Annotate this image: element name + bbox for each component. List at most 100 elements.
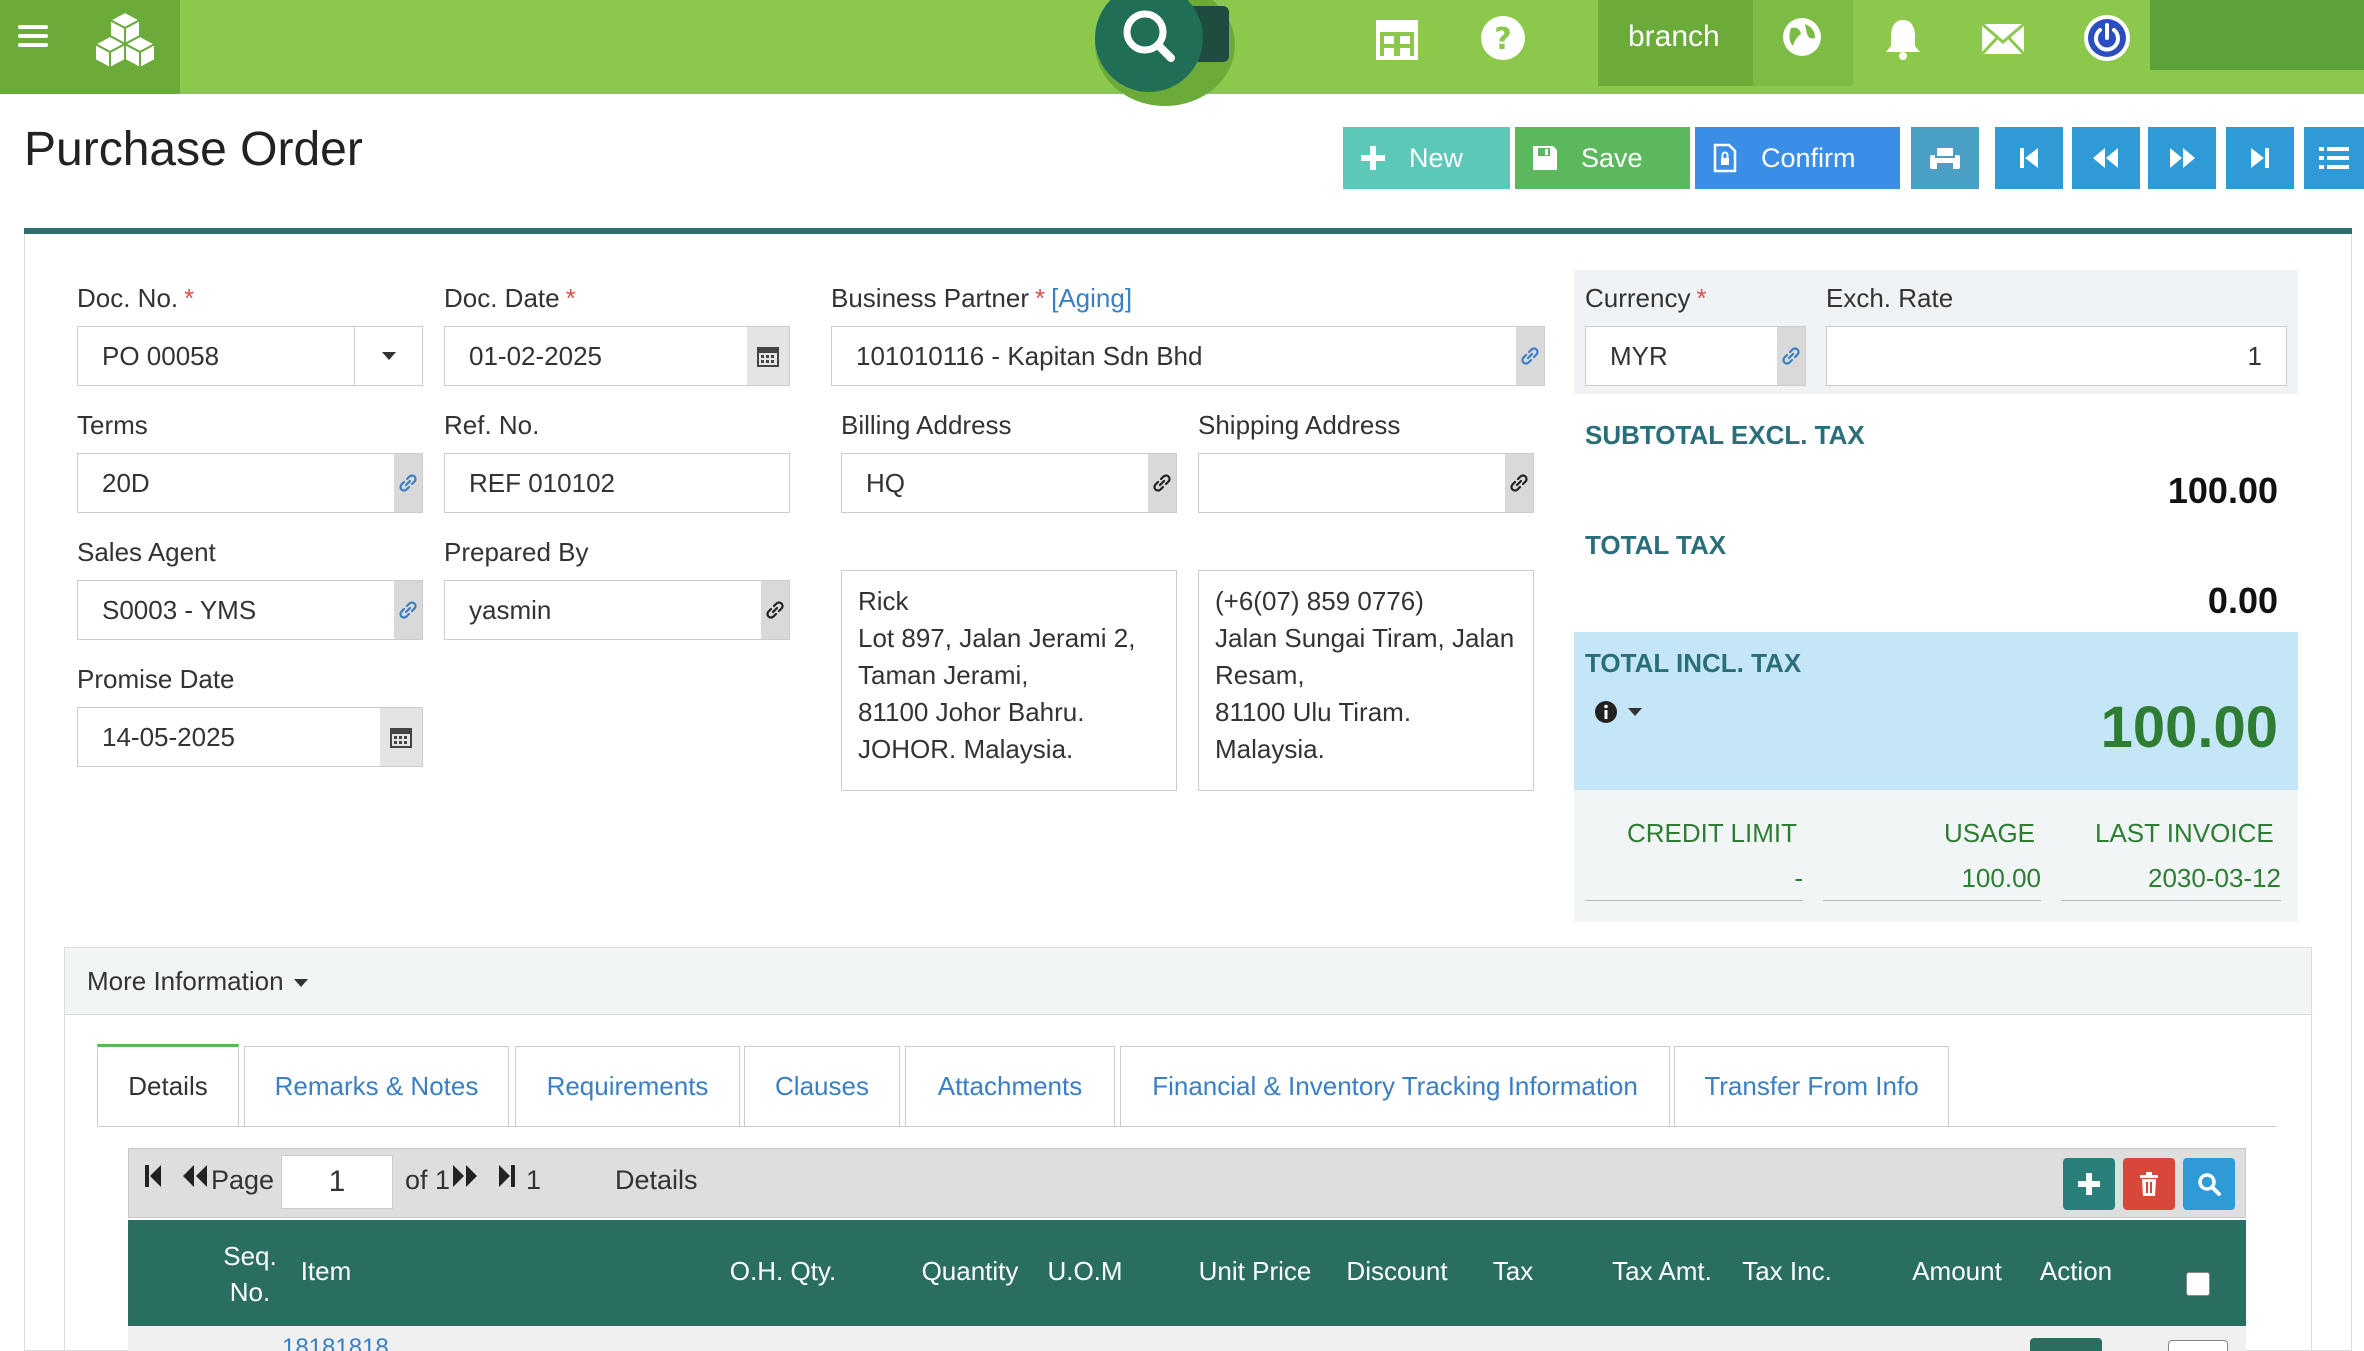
page-number-input[interactable]: 1 — [281, 1155, 393, 1209]
promise-date-field[interactable]: 14-05-2025 — [77, 707, 423, 767]
terms-link-button[interactable] — [394, 454, 422, 512]
global-search-button[interactable] — [1095, 0, 1235, 106]
new-button[interactable]: New — [1343, 127, 1510, 189]
row-item-link[interactable]: 18181818 — [282, 1334, 389, 1351]
grid-section-title: Details — [615, 1165, 698, 1195]
select-all-checkbox[interactable] — [2186, 1272, 2210, 1296]
help-icon[interactable]: ? — [1478, 14, 1528, 64]
shipping-address-field[interactable] — [1198, 453, 1534, 513]
shipping-address-label: Shipping Address — [1198, 410, 1401, 440]
store-icon[interactable] — [1372, 14, 1422, 64]
doc-date-field[interactable]: 01-02-2025 — [444, 326, 790, 386]
language-button[interactable] — [1753, 0, 1853, 86]
sales-agent-field[interactable]: S0003 - YMS — [77, 580, 423, 640]
boxes-logo-icon[interactable] — [90, 10, 160, 70]
list-view-button[interactable] — [2304, 127, 2364, 189]
tab-clauses[interactable]: Clauses — [744, 1046, 900, 1126]
tab-requirements[interactable]: Requirements — [515, 1046, 740, 1126]
column-header-unit-price[interactable]: Unit Price — [1185, 1256, 1325, 1287]
doc-no-dropdown-toggle[interactable] — [354, 327, 422, 385]
previous-page-icon[interactable] — [181, 1163, 209, 1189]
shipping-address-link-button[interactable] — [1505, 454, 1533, 512]
billing-address-link-button[interactable] — [1148, 454, 1176, 512]
last-page-icon[interactable] — [497, 1163, 517, 1189]
row-action-button[interactable] — [2030, 1338, 2102, 1351]
previous-record-button[interactable] — [2072, 127, 2140, 189]
confirm-button[interactable]: Confirm — [1695, 127, 1900, 189]
confirm-button-label: Confirm — [1761, 142, 1856, 173]
ref-no-field[interactable]: REF 010102 — [444, 453, 790, 513]
search-row-button[interactable] — [2183, 1158, 2235, 1210]
info-icon — [1595, 701, 1617, 723]
first-record-button[interactable] — [1995, 127, 2063, 189]
billing-address-line: Rick — [858, 586, 909, 616]
tab-details[interactable]: Details — [97, 1044, 239, 1126]
menu-icon[interactable] — [18, 20, 48, 50]
doc-date-calendar-button[interactable] — [747, 327, 789, 385]
grid-pager: Page 1 of 1 1 Details — [128, 1148, 2246, 1218]
svg-text:?: ? — [1494, 22, 1511, 57]
power-icon[interactable] — [2082, 14, 2132, 64]
column-header-uom[interactable]: U.O.M — [1035, 1256, 1135, 1287]
currency-link-button[interactable] — [1777, 327, 1805, 385]
mail-icon[interactable] — [1978, 14, 2028, 64]
first-page-icon[interactable] — [143, 1163, 163, 1189]
previous-record-icon — [2093, 148, 2118, 168]
more-information-label: More Information — [87, 966, 284, 996]
aging-link[interactable]: [Aging] — [1051, 283, 1132, 313]
next-page-icon[interactable] — [451, 1163, 479, 1189]
search-icon — [1123, 10, 1175, 62]
currency-field[interactable]: MYR — [1585, 326, 1806, 386]
column-header-quantity[interactable]: Quantity — [900, 1256, 1040, 1287]
tax-info-toggle[interactable] — [1594, 700, 1642, 724]
business-partner-link-button[interactable] — [1516, 327, 1544, 385]
table-row[interactable]: 18181818 — [128, 1326, 2246, 1351]
branch-selector[interactable]: branch — [1598, 0, 1853, 86]
list-icon — [2319, 147, 2349, 169]
billing-address-field[interactable]: HQ — [841, 453, 1177, 513]
doc-date-value: 01-02-2025 — [469, 340, 602, 371]
save-button[interactable]: Save — [1515, 127, 1690, 189]
column-header-oh-qty[interactable]: O.H. Qty. — [708, 1256, 858, 1287]
chevron-down-icon — [293, 979, 308, 988]
column-header-tax[interactable]: Tax — [1473, 1256, 1553, 1287]
credit-limit-value: - — [1585, 863, 1803, 901]
sales-agent-label: Sales Agent — [77, 537, 216, 567]
terms-label: Terms — [77, 410, 148, 440]
column-header-tax-amt[interactable]: Tax Amt. — [1602, 1256, 1722, 1287]
sales-agent-value: S0003 - YMS — [102, 594, 257, 625]
tab-financial-inventory[interactable]: Financial & Inventory Tracking Informati… — [1120, 1046, 1670, 1126]
navbar-right-block — [2150, 0, 2364, 70]
billing-address-line: Lot 897, Jalan Jerami 2, — [858, 623, 1136, 653]
column-header-amount[interactable]: Amount — [1902, 1256, 2012, 1287]
column-header-tax-inc[interactable]: Tax Inc. — [1732, 1256, 1842, 1287]
print-button[interactable] — [1911, 127, 1979, 189]
link-icon — [1510, 474, 1528, 492]
tab-attachments[interactable]: Attachments — [905, 1046, 1115, 1126]
prepared-by-link-button[interactable] — [761, 581, 789, 639]
business-partner-field[interactable]: 101010116 - Kapitan Sdn Bhd — [831, 326, 1545, 386]
add-row-button[interactable] — [2063, 1158, 2115, 1210]
sales-agent-link-button[interactable] — [394, 581, 422, 639]
last-record-button[interactable] — [2226, 127, 2294, 189]
prepared-by-field[interactable]: yasmin — [444, 580, 790, 640]
promise-date-value: 14-05-2025 — [102, 721, 235, 752]
doc-no-select[interactable]: PO 00058 — [77, 326, 423, 386]
column-header-discount[interactable]: Discount — [1332, 1256, 1462, 1287]
exch-rate-field[interactable]: 1 — [1826, 326, 2287, 386]
next-record-button[interactable] — [2148, 127, 2216, 189]
tab-transfer-from-info[interactable]: Transfer From Info — [1674, 1046, 1949, 1126]
chevron-down-icon — [381, 352, 396, 360]
terms-field[interactable]: 20D — [77, 453, 423, 513]
row-select-checkbox[interactable] — [2168, 1340, 2228, 1351]
tab-remarks-notes[interactable]: Remarks & Notes — [244, 1046, 509, 1126]
business-partner-value: 101010116 - Kapitan Sdn Bhd — [856, 340, 1203, 371]
more-information-toggle[interactable]: More Information — [64, 947, 2312, 1015]
total-tax-value: 0.00 — [2207, 580, 2278, 621]
column-header-item[interactable]: Item — [291, 1256, 361, 1287]
promise-date-calendar-button[interactable] — [380, 708, 422, 766]
delete-row-button[interactable] — [2123, 1158, 2175, 1210]
bell-icon[interactable] — [1878, 14, 1928, 64]
shipping-address-details: (+6(07) 859 0776) Jalan Sungai Tiram, Ja… — [1198, 570, 1534, 791]
column-header-action: Action — [2039, 1256, 2113, 1286]
